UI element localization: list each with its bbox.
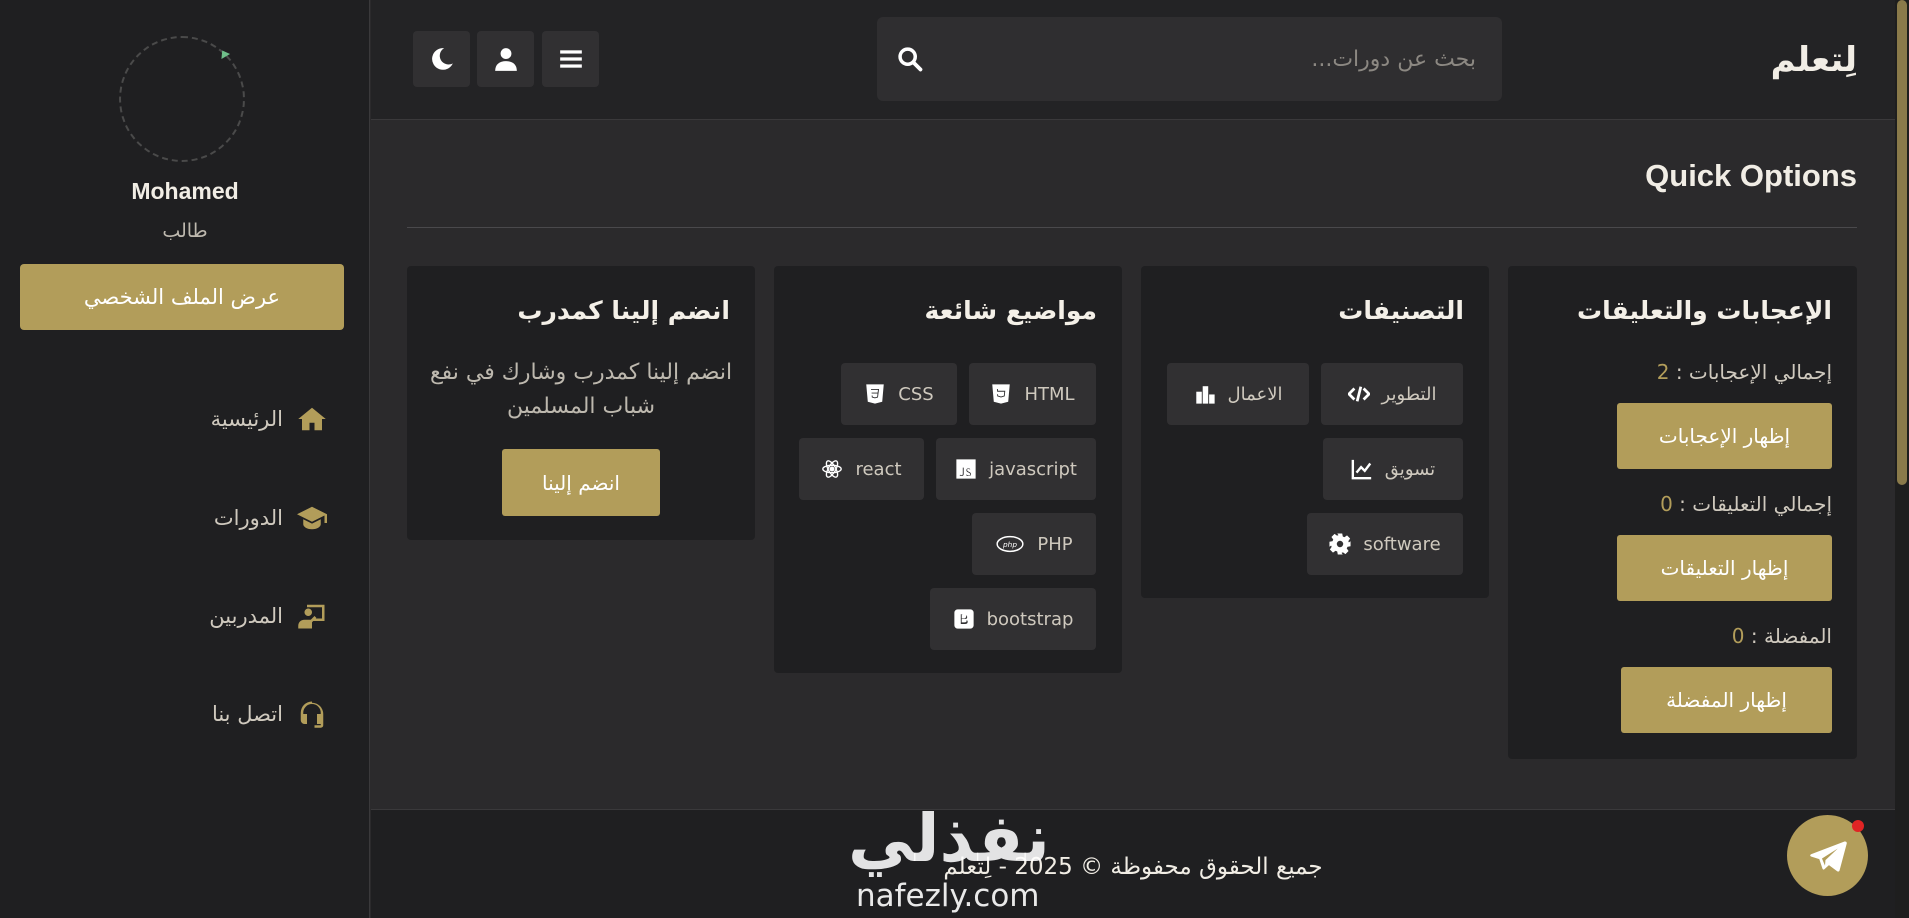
search-input[interactable]	[943, 17, 1502, 101]
category-tag-development[interactable]: التطوير	[1321, 363, 1463, 425]
html5-icon	[992, 384, 1011, 404]
chalkboard-teacher-icon	[298, 604, 325, 629]
sidebar: Mohamed طالب عرض الملف الشخصي الرئيسية ا…	[0, 0, 370, 918]
category-tag-marketing[interactable]: تسويق	[1323, 438, 1463, 500]
user-button[interactable]	[477, 31, 534, 87]
sidebar-item-courses[interactable]: الدورات	[214, 503, 327, 533]
sidebar-item-label: المدربين	[209, 604, 283, 628]
tag-label: CSS	[898, 383, 934, 405]
show-comments-button[interactable]: إظهار التعليقات	[1617, 535, 1832, 601]
likes-comments-card: الإعجابات والتعليقات إجمالي الإعجابات : …	[1508, 266, 1857, 759]
favorites-total: المفضلة : 0	[1732, 624, 1832, 648]
css3-icon	[866, 384, 885, 404]
join-description: انضم إلينا كمدرب وشارك في نفع شباب المسل…	[429, 360, 733, 419]
username: Mohamed	[131, 178, 239, 204]
footer: جميع الحقوق محفوظة © 2025 - لِتعلم	[371, 809, 1895, 918]
sidebar-item-label: الدورات	[213, 506, 283, 530]
user-icon	[494, 48, 517, 71]
headset-icon	[300, 701, 324, 728]
likes-total-label: إجمالي الإعجابات :	[1675, 360, 1832, 384]
telegram-button[interactable]	[1787, 815, 1868, 896]
favorites-total-value: 0	[1731, 624, 1745, 648]
topic-tag-html[interactable]: HTML	[969, 363, 1096, 425]
show-favorites-button[interactable]: إظهار المفضلة	[1621, 667, 1832, 733]
avatar-image-icon	[217, 47, 231, 60]
watermark-url: nafezly.com	[856, 878, 1040, 914]
tag-label: software	[1363, 533, 1441, 555]
join-instructor-card: انضم إلينا كمدرب انضم إلينا كمدرب وشارك …	[407, 266, 755, 540]
copyright-text: جميع الحقوق محفوظة © 2025 - لِتعلم	[943, 854, 1323, 880]
watermark-arabic: نفذلي	[848, 800, 1052, 877]
likes-total: إجمالي الإعجابات : 2	[1657, 360, 1832, 384]
tag-label: التطوير	[1381, 383, 1437, 405]
view-profile-button[interactable]: عرض الملف الشخصي	[20, 264, 344, 330]
bar-chart-icon	[1195, 386, 1215, 404]
topic-tag-react[interactable]: react	[799, 438, 924, 500]
svg-text:php: php	[1002, 540, 1017, 549]
tag-label: javascript	[989, 458, 1077, 480]
theme-toggle-button[interactable]	[413, 31, 470, 87]
scrollbar-thumb[interactable]	[1897, 0, 1907, 485]
sidebar-item-contact[interactable]: اتصل بنا	[212, 699, 327, 729]
join-us-button[interactable]: انضم إلينا	[502, 449, 660, 516]
bootstrap-icon	[953, 609, 974, 629]
topic-tag-bootstrap[interactable]: bootstrap	[930, 588, 1096, 650]
search-bar	[877, 17, 1502, 101]
gear-icon	[1329, 533, 1351, 555]
tag-label: react	[855, 458, 902, 480]
telegram-icon	[1809, 841, 1847, 872]
scrollbar[interactable]	[1895, 0, 1909, 918]
sidebar-item-label: اتصل بنا	[211, 702, 283, 726]
show-likes-button[interactable]: إظهار الإعجابات	[1617, 403, 1832, 469]
topic-tag-css[interactable]: CSS	[841, 363, 957, 425]
react-icon	[822, 460, 843, 478]
likes-total-value: 2	[1656, 360, 1670, 384]
code-icon	[1347, 386, 1370, 402]
js-icon	[956, 459, 976, 479]
card-title: التصنيفات	[1338, 296, 1464, 325]
comments-total-value: 0	[1660, 492, 1673, 516]
notification-dot	[1852, 820, 1864, 832]
card-title: مواضيع شائعة	[924, 296, 1098, 325]
tag-label: PHP	[1037, 533, 1073, 555]
popular-topics-card: مواضيع شائعة HTML CSS javascript react p…	[774, 266, 1122, 673]
category-tag-software[interactable]: software	[1307, 513, 1463, 575]
card-title: الإعجابات والتعليقات	[1577, 296, 1832, 325]
menu-icon	[559, 50, 582, 68]
home-icon	[298, 407, 326, 431]
user-role: طالب	[162, 220, 208, 242]
brand-logo[interactable]: لِتعلم	[1771, 40, 1857, 80]
menu-button[interactable]	[542, 31, 599, 87]
card-title: انضم إلينا كمدرب	[517, 296, 730, 325]
moon-icon	[431, 48, 453, 70]
line-chart-icon	[1351, 459, 1372, 480]
tag-label: bootstrap	[986, 608, 1074, 630]
category-tag-business[interactable]: الاعمال	[1167, 363, 1309, 425]
search-icon	[898, 47, 923, 72]
categories-card: التصنيفات التطوير الاعمال تسويق software	[1141, 266, 1489, 598]
graduation-cap-icon	[297, 506, 327, 530]
tag-label: الاعمال	[1227, 383, 1283, 405]
topic-tag-javascript[interactable]: javascript	[936, 438, 1096, 500]
sidebar-item-home[interactable]: الرئيسية	[211, 404, 327, 434]
comments-total: إجمالي التعليقات : 0	[1660, 492, 1832, 516]
divider	[407, 227, 1857, 228]
sidebar-item-instructors[interactable]: المدربين	[209, 601, 327, 631]
comments-total-label: إجمالي التعليقات :	[1679, 492, 1832, 516]
topic-tag-php[interactable]: php PHP	[972, 513, 1096, 575]
tag-label: تسويق	[1384, 458, 1436, 480]
page-title: Quick Options	[1645, 158, 1857, 193]
tag-label: HTML	[1024, 383, 1075, 405]
top-bar: لِتعلم	[371, 0, 1895, 120]
sidebar-item-label: الرئيسية	[210, 407, 283, 431]
search-button[interactable]	[877, 45, 943, 73]
php-icon: php	[996, 535, 1024, 553]
favorites-total-label: المفضلة :	[1750, 624, 1832, 648]
avatar[interactable]	[119, 36, 245, 162]
